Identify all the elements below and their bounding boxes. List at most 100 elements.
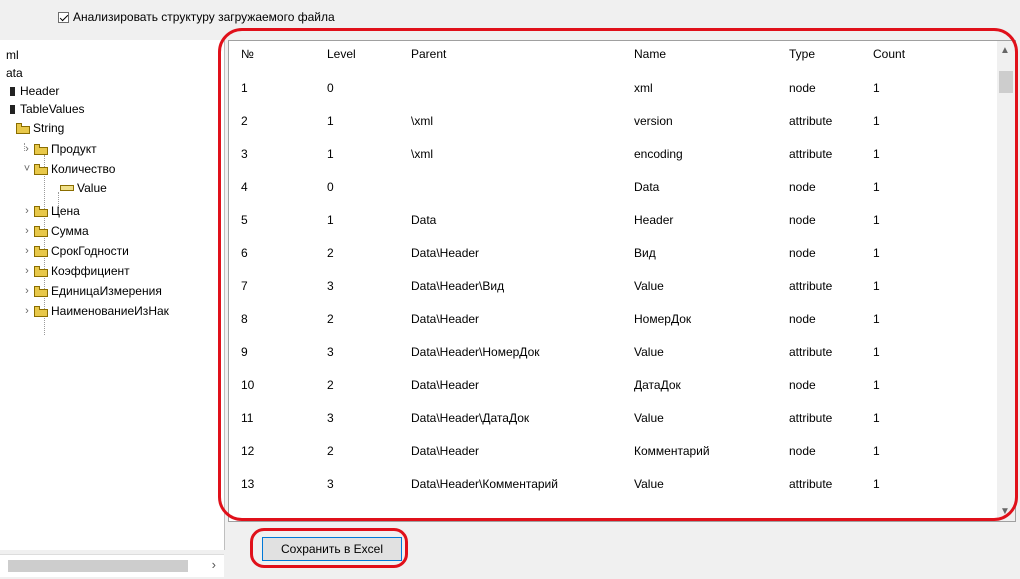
cell-name: version [634,114,673,128]
cell-count: 1 [873,312,880,326]
cell-type: attribute [789,345,833,359]
cell-name: Вид [634,246,656,260]
table-row[interactable]: 2 1 \xml version attribute 1 [229,107,995,140]
cell-parent: Data\Header\Комментарий [411,477,558,491]
tree-node-sum[interactable]: › Сумма [20,222,89,240]
cell-count: 1 [873,213,880,227]
cell-level: 1 [327,147,334,161]
cell-name: Value [634,345,664,359]
table-row[interactable]: 1 0 xml node 1 [229,74,995,107]
cell-name: Value [634,411,664,425]
table-row[interactable]: 6 2 Data\Header Вид node 1 [229,239,995,272]
structure-table[interactable]: № Level Parent Name Type Count 1 0 xml n… [228,40,1016,522]
folder-icon [34,245,48,257]
tree-node-value[interactable]: Value [60,179,107,197]
cell-name: ДатаДок [634,378,681,392]
tree-node-quantity[interactable]: ˅ Количество [20,160,116,178]
tree-node-xml[interactable]: ml [6,46,19,64]
chevron-down-icon[interactable]: ˅ [20,160,34,178]
chevron-right-icon[interactable]: › [20,140,34,158]
cell-parent: \xml [411,147,433,161]
scrollbar-thumb[interactable] [999,71,1013,93]
tree-node-label: СрокГодности [51,244,129,258]
cell-count: 1 [873,180,880,194]
cell-count: 1 [873,246,880,260]
cell-type: attribute [789,279,833,293]
cell-count: 1 [873,444,880,458]
cell-number: 8 [241,312,248,326]
table-row[interactable]: 8 2 Data\Header НомерДок node 1 [229,305,995,338]
cell-count: 1 [873,411,880,425]
cell-number: 13 [241,477,255,491]
cell-name: Value [634,279,664,293]
table-row[interactable]: 5 1 Data Header node 1 [229,206,995,239]
cell-number: 10 [241,378,255,392]
tree-node-string[interactable]: String [16,119,64,137]
tree-node-tablevalues[interactable]: TableValues [10,100,85,118]
table-row[interactable]: 11 3 Data\Header\ДатаДок Value attribute… [229,404,995,437]
checkbox-checked-icon[interactable] [58,11,69,23]
table-row[interactable]: 9 3 Data\Header\НомерДок Value attribute… [229,338,995,371]
cell-number: 1 [241,81,248,95]
column-header-level[interactable]: Level [327,41,356,74]
save-to-excel-button[interactable]: Сохранить в Excel [262,537,402,561]
cell-count: 1 [873,81,880,95]
tree-node-label: НаименованиеИзНак [51,304,169,318]
cell-number: 9 [241,345,248,359]
tree-node-coefficient[interactable]: › Коэффициент [20,262,130,280]
tree-node-data[interactable]: ata [6,64,23,82]
table-row[interactable]: 10 2 Data\Header ДатаДок node 1 [229,371,995,404]
tree-node-name-from-invoice[interactable]: › НаименованиеИзНак [20,302,169,320]
chevron-right-icon[interactable]: › [20,222,34,240]
tree-node-product[interactable]: › Продукт [20,140,97,158]
column-header-parent[interactable]: Parent [411,41,446,74]
cell-type: attribute [789,114,833,128]
cell-parent: Data\Header\НомерДок [411,345,540,359]
tree-node-price[interactable]: › Цена [20,202,80,220]
cell-number: 2 [241,114,248,128]
table-row[interactable]: 4 0 Data node 1 [229,173,995,206]
analyze-structure-checkbox[interactable]: Анализировать структуру загружаемого фай… [58,10,335,24]
cell-level: 2 [327,378,334,392]
cell-type: attribute [789,477,833,491]
chevron-right-icon[interactable]: › [20,242,34,260]
tree-node-label: Коэффициент [51,264,130,278]
table-row[interactable]: 7 3 Data\Header\Вид Value attribute 1 [229,272,995,305]
column-header-name[interactable]: Name [634,41,666,74]
tree-node-unit[interactable]: › ЕдиницаИзмерения [20,282,162,300]
scroll-up-icon[interactable]: ▲ [1000,45,1010,56]
scrollbar-thumb[interactable] [8,560,188,572]
table-vertical-scrollbar[interactable]: ▲ ▼ [997,41,1015,521]
folder-icon [34,163,48,175]
table-row[interactable]: 3 1 \xml encoding attribute 1 [229,140,995,173]
chevron-right-icon[interactable]: › [20,282,34,300]
cell-count: 1 [873,147,880,161]
cell-level: 0 [327,180,334,194]
cell-type: node [789,213,816,227]
cell-count: 1 [873,345,880,359]
column-header-count[interactable]: Count [873,41,905,74]
tree-node-label: Продукт [51,142,97,156]
cell-count: 1 [873,114,880,128]
tree-horizontal-scrollbar[interactable]: › [0,554,224,577]
column-header-number[interactable]: № [241,41,254,74]
leaf-icon [60,185,74,191]
scroll-down-icon[interactable]: ▼ [1000,506,1010,517]
cell-number: 5 [241,213,248,227]
cell-name: Data [634,180,660,194]
cell-type: node [789,312,816,326]
table-row[interactable]: 13 3 Data\Header\Комментарий Value attri… [229,470,995,503]
chevron-right-icon[interactable]: › [20,302,34,320]
tree-node-shelf-life[interactable]: › СрокГодности [20,242,129,260]
chevron-right-icon[interactable]: › [20,202,34,220]
table-row[interactable]: 12 2 Data\Header Комментарий node 1 [229,437,995,470]
tree-node-header[interactable]: Header [10,82,59,100]
scroll-right-icon[interactable]: › [212,557,216,572]
structure-tree[interactable]: ml ata Header TableValues String › Проду… [0,40,225,550]
tree-node-label: TableValues [20,102,85,116]
cell-type: node [789,246,816,260]
column-header-type[interactable]: Type [789,41,815,74]
tree-node-label: Количество [51,162,116,176]
chevron-right-icon[interactable]: › [20,262,34,280]
folder-icon [34,285,48,297]
